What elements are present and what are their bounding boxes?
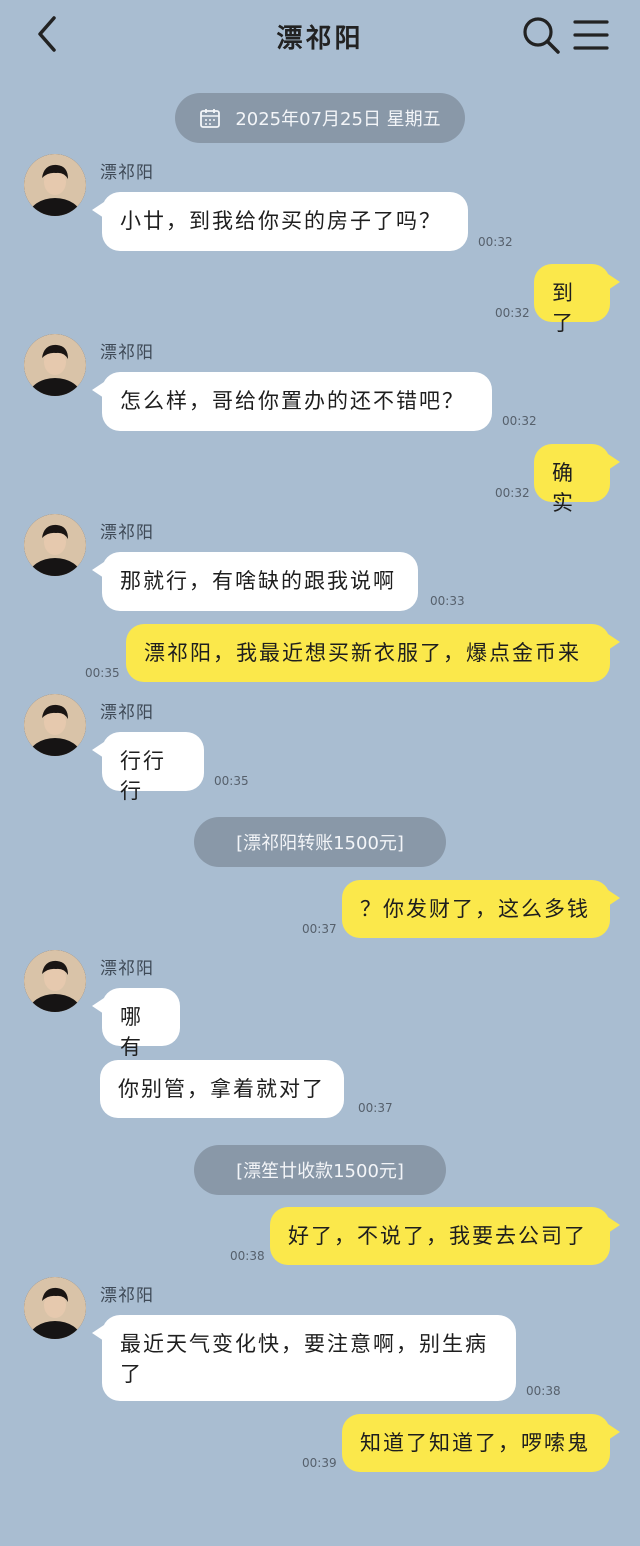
avatar[interactable] bbox=[24, 334, 86, 396]
message-bubble-outgoing[interactable]: 漂祁阳，我最近想买新衣服了，爆点金币来 bbox=[126, 624, 620, 682]
receipt-notice[interactable]: [漂笙廿收款1500元] bbox=[194, 1145, 446, 1195]
calendar-icon bbox=[200, 109, 221, 128]
chat-header: 漂祁阳 bbox=[0, 0, 640, 72]
message-time: 00:37 bbox=[358, 1101, 393, 1115]
message-bubble-incoming[interactable]: 你别管，拿着就对了 bbox=[100, 1060, 344, 1118]
message-time: 00:38 bbox=[526, 1384, 561, 1398]
avatar[interactable] bbox=[24, 694, 86, 756]
avatar-image bbox=[24, 1277, 86, 1339]
sender-name: 漂祁阳 bbox=[100, 1286, 154, 1306]
transfer-notice[interactable]: [漂祁阳转账1500元] bbox=[194, 817, 446, 867]
message-time: 00:38 bbox=[230, 1249, 265, 1263]
message-bubble-incoming[interactable]: 行行行 bbox=[92, 732, 204, 803]
avatar[interactable] bbox=[24, 154, 86, 216]
sender-name: 漂祁阳 bbox=[100, 163, 154, 183]
message-time: 00:32 bbox=[495, 306, 530, 320]
message-time: 00:37 bbox=[302, 922, 337, 936]
hamburger-menu-icon bbox=[573, 20, 609, 50]
avatar-image bbox=[24, 334, 86, 396]
message-bubble-incoming[interactable]: 哪有 bbox=[92, 988, 180, 1059]
avatar[interactable] bbox=[24, 950, 86, 1012]
message-time: 00:33 bbox=[430, 594, 465, 608]
avatar-image bbox=[24, 514, 86, 576]
message-bubble-outgoing[interactable]: 确实 bbox=[534, 444, 620, 515]
date-divider: 2025年07月25日 星期五 bbox=[175, 93, 465, 143]
message-time: 00:39 bbox=[302, 1456, 337, 1470]
message-bubble-outgoing[interactable]: 好了，不说了，我要去公司了 bbox=[270, 1207, 620, 1265]
message-time: 00:32 bbox=[502, 414, 537, 428]
message-bubble-outgoing[interactable]: 知道了知道了，啰嗦鬼 bbox=[342, 1414, 620, 1472]
avatar-image bbox=[24, 950, 86, 1012]
message-time: 00:35 bbox=[85, 666, 120, 680]
search-icon bbox=[523, 17, 560, 54]
sender-name: 漂祁阳 bbox=[100, 959, 154, 979]
date-label: 2025年07月25日 星期五 bbox=[235, 109, 441, 130]
message-bubble-outgoing[interactable]: ？你发财了，这么多钱 bbox=[342, 880, 620, 938]
message-bubble-incoming[interactable]: 最近天气变化快，要注意啊，别生病了 bbox=[92, 1315, 516, 1401]
sender-name: 漂祁阳 bbox=[100, 523, 154, 543]
sender-name: 漂祁阳 bbox=[100, 703, 154, 723]
avatar[interactable] bbox=[24, 1277, 86, 1339]
message-bubble-incoming[interactable]: 怎么样，哥给你置办的还不错吧？ bbox=[92, 372, 492, 431]
sender-name: 漂祁阳 bbox=[100, 343, 154, 363]
message-time: 00:32 bbox=[478, 235, 513, 249]
avatar-image bbox=[24, 694, 86, 756]
message-bubble-incoming[interactable]: 那就行，有啥缺的跟我说啊 bbox=[92, 552, 418, 611]
message-bubble-incoming[interactable]: 小廿，到我给你买的房子了吗？ bbox=[92, 192, 468, 251]
search-button[interactable] bbox=[520, 14, 562, 56]
message-time: 00:32 bbox=[495, 486, 530, 500]
menu-button[interactable] bbox=[572, 16, 610, 54]
message-bubble-outgoing[interactable]: 到了 bbox=[534, 264, 620, 335]
message-time: 00:35 bbox=[214, 774, 249, 788]
avatar-image bbox=[24, 154, 86, 216]
avatar[interactable] bbox=[24, 514, 86, 576]
